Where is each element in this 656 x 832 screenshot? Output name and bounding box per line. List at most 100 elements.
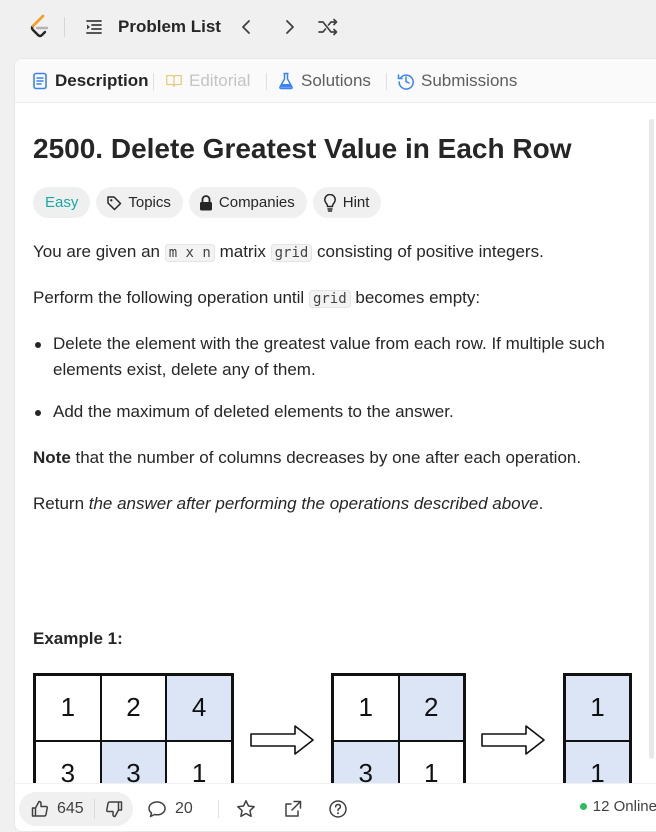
chevron-right-icon: [286, 20, 294, 34]
tab-description[interactable]: Description: [31, 70, 149, 92]
problem-statement-intro: You are given an m x n matrix grid consi…: [33, 239, 633, 266]
problem-content: 2500. Delete Greatest Value in Each Row …: [15, 103, 656, 783]
tab-divider: [153, 73, 154, 90]
tag-icon: [107, 195, 122, 210]
companies-button[interactable]: Companies: [188, 187, 307, 218]
list-item-text: Delete the element with the greatest val…: [53, 334, 605, 379]
example-grid-initial: 124331: [33, 673, 234, 783]
grid-cell: 1: [398, 740, 464, 783]
grid-cell: 1: [333, 675, 399, 741]
tab-editorial[interactable]: Editorial: [165, 70, 250, 92]
like-button[interactable]: 645: [19, 792, 94, 826]
scrollbar[interactable]: [649, 119, 654, 759]
chevron-left-icon: [242, 20, 250, 34]
top-nav: Problem List: [0, 0, 656, 54]
grid-cell: 3: [35, 740, 101, 783]
return-paragraph: Return the answer after performing the o…: [33, 491, 633, 517]
thumbs-down-icon: [105, 801, 122, 818]
right-arrow-icon: [250, 725, 314, 755]
text-span: that the number of columns decreases by …: [70, 448, 582, 467]
hint-button[interactable]: Hint: [312, 187, 382, 218]
operation-statement: Perform the following operation until gr…: [33, 285, 633, 312]
text-span: becomes empty:: [350, 288, 481, 307]
note-label: Note: [33, 448, 71, 467]
example-grid-step2: 11: [563, 673, 632, 783]
text-span: consisting of positive integers.: [312, 242, 544, 261]
bullet-dot: [35, 342, 41, 348]
text-span: .: [538, 494, 544, 513]
grid-cell: 1: [565, 740, 630, 783]
lock-icon: [199, 194, 212, 210]
problem-tags: Easy Topics Companies Hint: [33, 187, 382, 219]
star-icon: [237, 800, 255, 818]
text-span: matrix: [214, 242, 271, 261]
tag-label: Hint: [342, 194, 370, 211]
topics-button[interactable]: Topics: [96, 187, 183, 218]
bullet-dot: [35, 410, 41, 416]
comment-count: 20: [175, 800, 193, 817]
tab-label: Submissions: [421, 71, 518, 90]
list-item: Delete the element with the greatest val…: [33, 331, 633, 383]
grid-cell: 4: [166, 675, 232, 741]
tab-divider: [266, 73, 267, 90]
favorite-button[interactable]: [236, 797, 256, 821]
like-count: 645: [57, 800, 84, 817]
text-span: Return: [33, 494, 89, 513]
thumbs-up-icon: [31, 800, 48, 817]
right-arrow-icon: [481, 725, 545, 755]
vote-group: 645: [19, 792, 133, 826]
inline-code: grid: [270, 244, 313, 262]
help-button[interactable]: [328, 797, 348, 821]
description-panel: Description Editorial Solutions Submissi…: [14, 58, 656, 832]
tab-label: Editorial: [189, 71, 251, 90]
question-circle-icon: [329, 800, 347, 818]
problem-list-link[interactable]: Problem List: [118, 17, 221, 37]
next-problem-button[interactable]: [278, 15, 302, 39]
tag-label: Companies: [218, 194, 295, 211]
problem-list-icon[interactable]: [84, 17, 104, 37]
dislike-button[interactable]: [95, 792, 133, 826]
list-item-text: Add the maximum of deleted elements to t…: [53, 402, 454, 421]
grid-cell: 1: [166, 740, 232, 783]
tab-label: Description: [55, 71, 149, 90]
random-problem-button[interactable]: [316, 15, 340, 39]
nav-divider: [64, 17, 65, 37]
tab-solutions[interactable]: Solutions: [277, 70, 371, 92]
share-button[interactable]: [283, 797, 303, 821]
grid-cell: 1: [35, 675, 101, 741]
problem-title[interactable]: 2500. Delete Greatest Value in Each Row: [33, 133, 571, 165]
lightbulb-icon: [323, 193, 336, 212]
example-grid-step1: 1231: [331, 673, 466, 783]
grid-cell: 2: [100, 675, 167, 741]
online-dot: [579, 803, 587, 810]
tag-label: Topics: [128, 194, 171, 211]
bottom-divider: [218, 800, 219, 818]
italic-text: the answer after performing the operatio…: [88, 494, 539, 513]
comment-icon: [148, 801, 166, 818]
description-icon: [31, 72, 49, 90]
note-paragraph: Note that the number of columns decrease…: [33, 445, 633, 471]
grid-cell: 1: [565, 675, 630, 741]
difficulty-badge: Easy: [33, 187, 91, 218]
history-icon: [397, 72, 415, 90]
panel-tabs: Description Editorial Solutions Submissi…: [15, 59, 656, 103]
online-count: 12 Online: [592, 798, 656, 815]
grid-cell: 2: [398, 675, 464, 741]
grid-cell: 3: [100, 740, 167, 783]
bottom-action-bar: 645 20 12 Online: [15, 783, 656, 831]
text-span: Perform the following operation until: [33, 288, 309, 307]
grid-cell: 3: [333, 740, 399, 783]
flask-icon: [277, 72, 295, 90]
inline-code: m x n: [164, 244, 215, 262]
inline-code: grid: [308, 290, 351, 308]
leetcode-logo-icon[interactable]: [28, 14, 52, 40]
book-icon: [165, 72, 183, 90]
shuffle-icon: [318, 18, 338, 36]
tab-submissions[interactable]: Submissions: [397, 70, 517, 92]
tab-label: Solutions: [301, 71, 371, 90]
list-item: Add the maximum of deleted elements to t…: [33, 399, 633, 425]
prev-problem-button[interactable]: [234, 15, 258, 39]
example-heading: Example 1:: [33, 629, 123, 648]
comments-button[interactable]: 20: [147, 797, 193, 821]
online-indicator: 12 Online: [579, 798, 656, 815]
